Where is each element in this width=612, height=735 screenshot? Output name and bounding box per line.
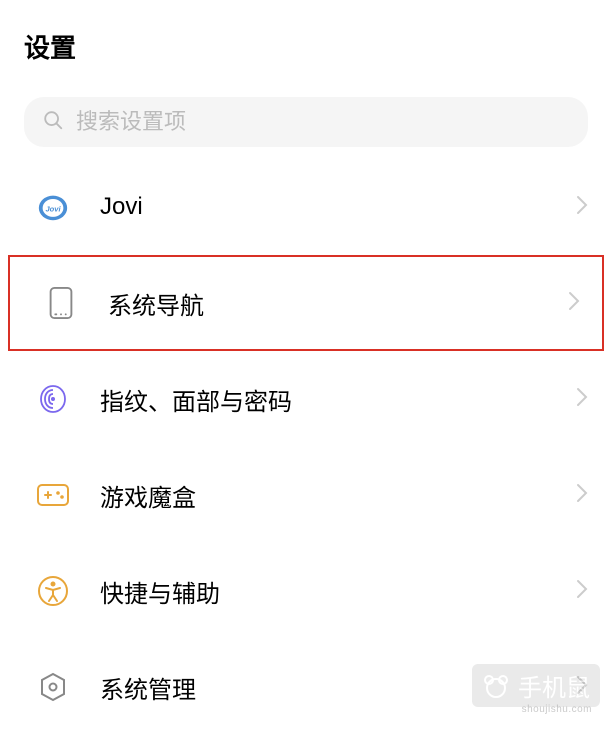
item-label: Jovi bbox=[100, 193, 576, 221]
item-label: 系统导航 bbox=[108, 286, 568, 321]
watermark-text: 手机鼠 bbox=[518, 668, 590, 703]
phone-icon bbox=[44, 286, 78, 320]
search-input[interactable] bbox=[76, 109, 570, 135]
item-label: 指纹、面部与密码 bbox=[100, 382, 576, 417]
chevron-right-icon bbox=[576, 387, 588, 412]
fingerprint-icon bbox=[36, 382, 70, 416]
watermark-sub: shoujishu.com bbox=[522, 704, 592, 715]
list-item-fingerprint-face-password[interactable]: 指纹、面部与密码 bbox=[0, 351, 612, 447]
gamebox-icon bbox=[36, 478, 70, 512]
search-bar[interactable] bbox=[24, 97, 588, 147]
list-item-game-box[interactable]: 游戏魔盒 bbox=[0, 447, 612, 543]
system-icon bbox=[36, 670, 70, 704]
chevron-right-icon bbox=[568, 291, 580, 316]
watermark: 手机鼠 bbox=[472, 664, 600, 707]
list-item-shortcuts-accessibility[interactable]: 快捷与辅助 bbox=[0, 543, 612, 639]
mouse-icon bbox=[482, 674, 510, 698]
svg-text:Jovi: Jovi bbox=[45, 204, 61, 213]
chevron-right-icon bbox=[576, 195, 588, 220]
chevron-right-icon bbox=[576, 483, 588, 508]
item-label: 游戏魔盒 bbox=[100, 478, 576, 513]
list-item-system-navigation[interactable]: 系统导航 bbox=[8, 255, 604, 351]
jovi-icon: Jovi bbox=[36, 190, 70, 224]
accessibility-icon bbox=[36, 574, 70, 608]
page-title: 设置 bbox=[0, 0, 612, 83]
search-icon bbox=[42, 109, 64, 136]
item-label: 快捷与辅助 bbox=[100, 574, 576, 609]
chevron-right-icon bbox=[576, 579, 588, 604]
settings-list: Jovi Jovi 系统导航 bbox=[0, 159, 612, 735]
list-item-jovi[interactable]: Jovi Jovi bbox=[0, 159, 612, 255]
